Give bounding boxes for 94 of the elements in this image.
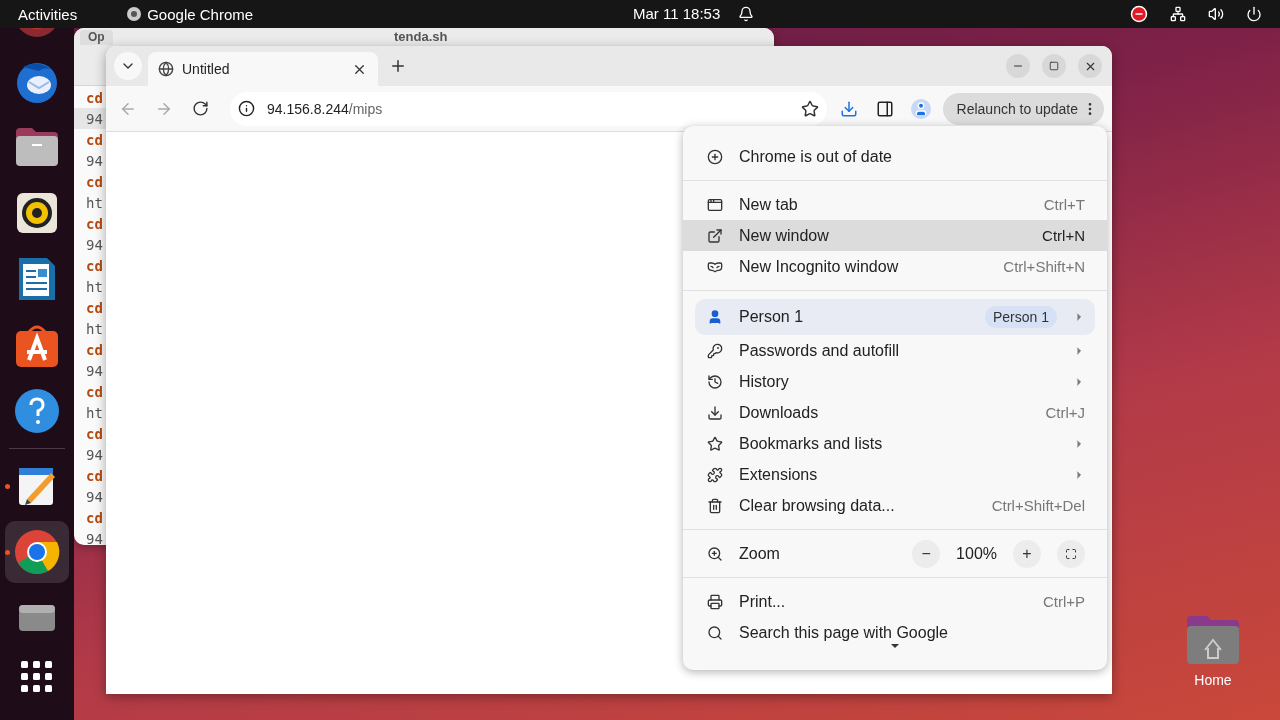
code-text: 94 xyxy=(86,110,103,127)
code-text: cd xyxy=(86,215,103,232)
home-label[interactable]: Home xyxy=(1194,672,1232,688)
code-text: 94 xyxy=(86,362,103,379)
code-text: 94 xyxy=(86,446,103,463)
puzzle-icon xyxy=(707,466,723,483)
menu-item[interactable]: History xyxy=(683,366,1107,397)
clock[interactable]: Mar 11 18:53 xyxy=(633,5,721,22)
star-icon xyxy=(707,435,723,452)
bell-icon[interactable] xyxy=(738,6,754,22)
fullscreen-icon xyxy=(1065,547,1077,560)
relaunch-button[interactable]: Relaunch to update xyxy=(942,92,1104,125)
speaker-icon[interactable] xyxy=(16,192,58,234)
code-text: 94 xyxy=(86,152,103,169)
menu-item[interactable]: Bookmarks and lists xyxy=(683,428,1107,459)
menu-item[interactable]: Extensions xyxy=(683,459,1107,490)
code-text: ht xyxy=(86,194,103,211)
activities-button[interactable]: Activities xyxy=(18,5,78,23)
zoom-icon xyxy=(707,545,723,562)
folder-icon[interactable] xyxy=(14,126,60,168)
person-icon xyxy=(910,98,931,119)
tab-search-button[interactable] xyxy=(114,52,142,80)
info-icon xyxy=(238,100,255,117)
code-text: cd xyxy=(86,383,103,400)
plus-circle-icon xyxy=(707,148,723,165)
scroll-down-icon[interactable] xyxy=(891,644,899,648)
app-menu[interactable]: Google Chrome xyxy=(147,5,254,23)
code-text: cd xyxy=(86,131,103,148)
menu-item[interactable]: Chrome is out of date xyxy=(683,141,1107,172)
bookmark-star-icon[interactable] xyxy=(800,99,819,118)
address-bar[interactable]: 94.156.8.244/mips xyxy=(230,91,827,126)
text-editor-icon[interactable] xyxy=(17,465,57,507)
menu-item[interactable]: New tab Ctrl+T xyxy=(683,189,1107,220)
app-icon xyxy=(127,7,142,21)
code-text: cd xyxy=(86,257,103,274)
maximize-button[interactable] xyxy=(1042,54,1066,78)
code-text: cd xyxy=(86,425,103,442)
do-not-disturb-icon[interactable] xyxy=(1130,5,1148,23)
code-text: ht xyxy=(86,404,103,421)
chrome-icon[interactable] xyxy=(13,528,61,576)
code-text: 94 xyxy=(86,236,103,253)
side-panel-icon xyxy=(875,99,894,118)
code-text: cd xyxy=(86,467,103,484)
menu-item[interactable]: Passwords and autofill xyxy=(683,335,1107,366)
profile-badge: Person 1 xyxy=(984,306,1057,328)
app-grid-icon[interactable] xyxy=(21,661,53,693)
code-text: 94 xyxy=(86,488,103,505)
maximize-icon xyxy=(1049,61,1059,71)
code-text: ht xyxy=(86,278,103,295)
open-button[interactable]: Op xyxy=(80,30,113,45)
network-icon[interactable] xyxy=(1170,6,1186,22)
window-title: tenda.sh xyxy=(394,29,448,44)
code-text: cd xyxy=(86,89,103,106)
printer-icon xyxy=(707,593,723,610)
power-icon[interactable] xyxy=(1246,6,1262,22)
globe-icon xyxy=(158,61,174,77)
zoom-value: 100% xyxy=(956,544,997,563)
zoom-in-button[interactable]: + xyxy=(1013,539,1041,568)
code-text: cd xyxy=(86,341,103,358)
code-text: cd xyxy=(86,173,103,190)
volume-icon[interactable] xyxy=(1208,6,1224,22)
key-icon xyxy=(707,342,723,359)
document-icon[interactable] xyxy=(17,256,57,302)
menu-item[interactable]: Print... Ctrl+P xyxy=(683,586,1107,617)
url-text: 94.156.8.244/mips xyxy=(267,100,384,117)
plus-icon xyxy=(389,57,407,75)
search-icon xyxy=(707,624,723,641)
download-icon xyxy=(707,404,723,421)
menu-item[interactable]: New Incognito window Ctrl+Shift+N xyxy=(683,251,1107,282)
code-text: ht xyxy=(86,320,103,337)
drive-icon[interactable] xyxy=(17,603,57,633)
menu-item[interactable]: Downloads Ctrl+J xyxy=(683,397,1107,428)
code-text: cd xyxy=(86,509,103,526)
history-icon xyxy=(707,373,723,390)
code-text: 94 xyxy=(86,530,103,545)
new-window-icon xyxy=(707,227,723,244)
browser-tab[interactable]: Untitled xyxy=(148,52,378,86)
menu-item[interactable]: Search this page with Google xyxy=(683,617,1107,642)
help-icon[interactable] xyxy=(14,388,60,434)
close-button[interactable] xyxy=(1078,54,1102,78)
tab-title: Untitled xyxy=(182,61,231,77)
person-icon xyxy=(707,309,723,325)
zoom-out-button[interactable]: − xyxy=(912,539,941,568)
window-icon xyxy=(707,196,723,213)
home-folder-icon[interactable] xyxy=(1185,614,1241,666)
menu-item-label: Zoom xyxy=(739,544,781,563)
minimize-button[interactable] xyxy=(1006,54,1030,78)
download-icon xyxy=(839,99,858,118)
reload-icon xyxy=(191,100,209,117)
menu-item[interactable]: New window Ctrl+N xyxy=(683,220,1107,251)
trash-icon xyxy=(707,497,723,514)
code-text: cd xyxy=(86,299,103,316)
profile-menu-item[interactable]: Person 1 Person 1 xyxy=(695,299,1095,335)
menu-item[interactable]: Clear browsing data... Ctrl+Shift+Del xyxy=(683,490,1107,521)
